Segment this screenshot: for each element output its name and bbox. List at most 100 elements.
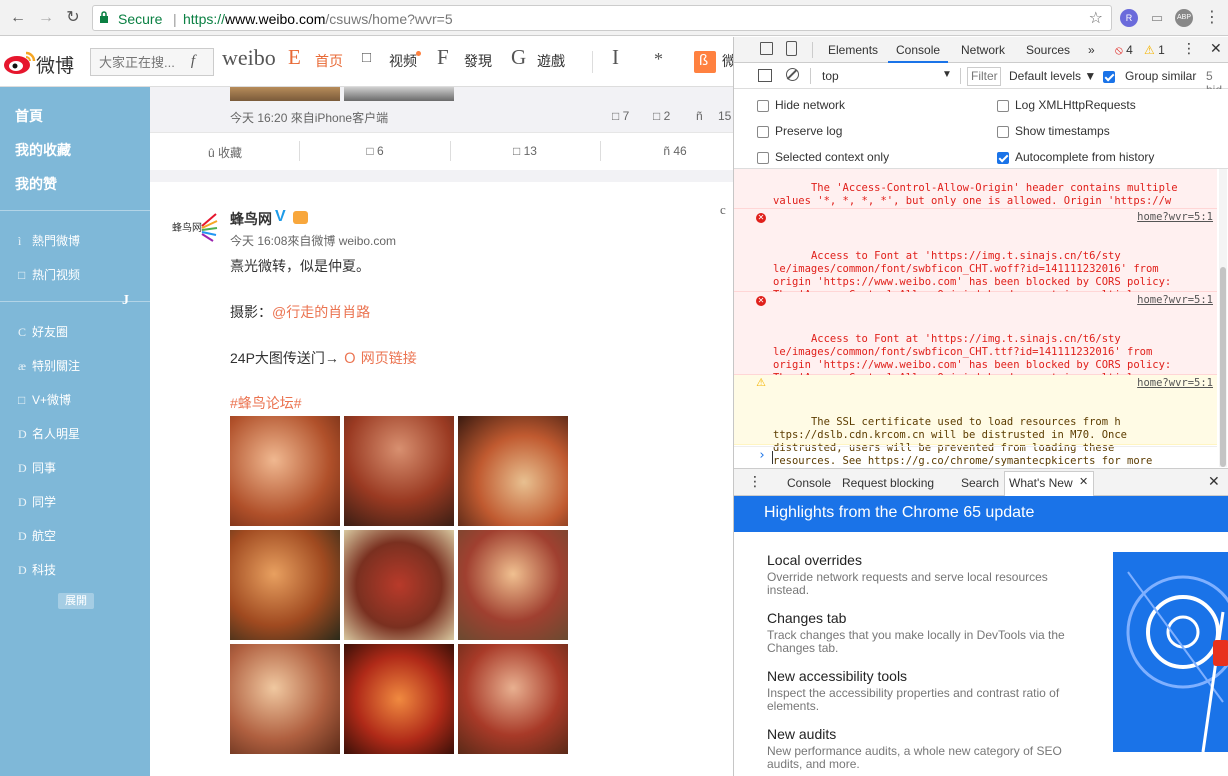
bookmark-star-icon[interactable]: ☆ — [1089, 8, 1103, 28]
selected-context-option[interactable]: Selected context only — [757, 150, 889, 164]
tab-network[interactable]: Network — [961, 43, 1005, 57]
sidebar-item-home[interactable]: 首頁 — [15, 106, 43, 126]
drawer-tab-search[interactable]: Search — [961, 476, 999, 490]
sidebar-item-tech[interactable]: D 科技 — [18, 561, 56, 578]
photo-thumbnail[interactable] — [230, 644, 340, 754]
search-box[interactable]: f — [90, 48, 214, 76]
photo-thumbnail[interactable] — [230, 530, 340, 640]
address-bar[interactable]: Secure | https://www.weibo.com/csuws/hom… — [92, 5, 1112, 31]
close-tab-icon[interactable]: ✕ — [1079, 475, 1088, 488]
search-input[interactable] — [91, 49, 181, 75]
console-error-message[interactable]: ✕ home?wvr=5:1 Access to Font at 'https:… — [734, 292, 1217, 410]
selected-context-checkbox[interactable] — [757, 151, 769, 164]
drawer-menu-icon[interactable]: ⋮ — [748, 473, 762, 490]
devtools-menu-icon[interactable]: ⋮ — [1182, 40, 1196, 57]
tab-elements[interactable]: Elements — [828, 43, 878, 57]
news-title[interactable]: New accessibility tools — [767, 668, 907, 684]
drawer-tab-request-blocking[interactable]: Request blocking — [842, 476, 934, 490]
close-drawer-icon[interactable]: ✕ — [1208, 473, 1220, 490]
more-options-icon[interactable]: c — [720, 202, 726, 218]
drawer-tab-whats-new[interactable]: What's New ✕ — [1004, 471, 1094, 496]
sidebar-item-hot-weibo[interactable]: ì 熱門微博 — [18, 232, 80, 249]
autocomplete-checkbox[interactable] — [997, 151, 1009, 164]
log-xhr-checkbox[interactable] — [997, 99, 1009, 112]
post-thumbnail[interactable] — [344, 87, 454, 101]
console-scrollbar-thumb[interactable] — [1220, 267, 1226, 467]
like-button[interactable]: ñ 46 — [600, 144, 733, 158]
sidebar-item-classmate[interactable]: D 同学 — [18, 493, 56, 510]
console-warning-message[interactable]: ⚠ home?wvr=5:1 The SSL certificate used … — [734, 375, 1217, 467]
news-title[interactable]: Local overrides — [767, 552, 862, 568]
message-source-link[interactable]: home?wvr=5:1 — [1137, 377, 1213, 390]
comment-button[interactable]: □ 13 — [450, 144, 600, 158]
photo-thumbnail[interactable] — [344, 644, 454, 754]
game-icon[interactable]: G — [511, 45, 526, 70]
drawer-tab-console[interactable]: Console — [787, 476, 831, 490]
nav-weibo-wordmark[interactable]: weibo — [222, 45, 276, 71]
home-icon[interactable]: E — [288, 45, 301, 70]
forward-icon[interactable]: → — [36, 8, 56, 28]
log-xhr-option[interactable]: Log XMLHttpRequests — [997, 98, 1136, 112]
hide-network-checkbox[interactable] — [757, 99, 769, 112]
back-icon[interactable]: ← — [8, 8, 28, 28]
url-text[interactable]: https://www.weibo.com/csuws/home?wvr=5 — [183, 11, 453, 27]
photo-thumbnail[interactable] — [458, 416, 568, 526]
sidebar-item-special[interactable]: æ 特别關注 — [18, 357, 80, 374]
show-timestamps-checkbox[interactable] — [997, 125, 1009, 138]
filter-input[interactable]: Filter — [967, 67, 1001, 86]
avatar[interactable]: 蜂鸟网 — [172, 212, 218, 242]
tab-console[interactable]: Console — [896, 43, 940, 57]
discover-icon[interactable]: F — [437, 45, 449, 70]
hashtag-link[interactable]: #蜂鸟论坛# — [230, 393, 302, 413]
sidebar-item-hot-video[interactable]: □ 热门视频 — [18, 266, 80, 283]
adblock-icon[interactable]: ABP — [1175, 9, 1193, 27]
chrome-menu-icon[interactable]: ⋮ — [1203, 9, 1221, 27]
console-error-message[interactable]: ✕ home?wvr=5:1 Access to Font at 'https:… — [734, 209, 1217, 327]
inspect-element-icon[interactable] — [760, 42, 773, 55]
author-name[interactable]: 蜂鸟网 — [230, 209, 272, 229]
sidebar-item-aviation[interactable]: D 航空 — [18, 527, 56, 544]
autocomplete-option[interactable]: Autocomplete from history — [997, 150, 1154, 164]
sidebar-item-vplus[interactable]: □ V+微博 — [18, 391, 71, 408]
forward-count[interactable]: □ 7 — [612, 109, 629, 123]
nav-video[interactable]: 视频 — [389, 51, 417, 71]
show-timestamps-option[interactable]: Show timestamps — [997, 124, 1110, 138]
favorite-button[interactable]: û 收藏 — [150, 144, 300, 161]
message-source-link[interactable]: home?wvr=5:1 — [1137, 294, 1213, 307]
photo-thumbnail[interactable] — [458, 644, 568, 754]
like-count[interactable]: 15 — [718, 109, 731, 123]
news-title[interactable]: Changes tab — [767, 610, 846, 626]
more-tabs-button[interactable]: » — [1088, 43, 1095, 57]
photo-thumbnail[interactable] — [344, 416, 454, 526]
nav-discover[interactable]: 發現 — [464, 51, 492, 71]
hide-network-option[interactable]: Hide network — [757, 98, 845, 112]
log-levels-select[interactable]: Default levels ▼ — [1009, 69, 1096, 83]
video-icon[interactable]: □ — [362, 50, 371, 67]
group-similar-option[interactable]: Group similar — [1103, 69, 1196, 83]
nav-compose-label[interactable]: 微 — [722, 51, 733, 71]
nav-home[interactable]: 首页 — [315, 51, 343, 71]
message-source-link[interactable]: home?wvr=5:1 — [1137, 211, 1213, 224]
sidebar-item-friends[interactable]: C 好友圈 — [18, 323, 68, 340]
like-icon[interactable]: ñ — [696, 109, 703, 123]
error-count[interactable]: ⦸ 4 — [1115, 43, 1133, 58]
warning-count[interactable]: ⚠ 1 — [1144, 43, 1165, 57]
post-thumbnail[interactable] — [230, 87, 340, 101]
preserve-log-option[interactable]: Preserve log — [757, 124, 842, 138]
collapse-icon[interactable]: J — [122, 293, 129, 309]
sidebar-item-colleague[interactable]: D 同事 — [18, 459, 56, 476]
photo-thumbnail[interactable] — [344, 530, 454, 640]
search-icon[interactable]: f — [191, 53, 195, 70]
reload-icon[interactable]: ↻ — [63, 8, 83, 28]
tab-sources[interactable]: Sources — [1026, 43, 1070, 57]
comment-count[interactable]: □ 2 — [653, 109, 670, 123]
weibo-logo[interactable]: 微博 — [2, 49, 82, 77]
group-similar-checkbox[interactable] — [1103, 70, 1115, 83]
expand-button[interactable]: 展開 — [58, 593, 94, 609]
device-toolbar-icon[interactable] — [786, 41, 797, 56]
extension-r-icon[interactable]: R — [1120, 9, 1138, 27]
context-select[interactable]: top ▼ — [814, 66, 954, 86]
sidebar-toggle-icon[interactable] — [758, 69, 772, 82]
photographer-link[interactable]: @行走的肖肖路 — [272, 304, 370, 320]
console-error-message[interactable]: The 'Access-Control-Allow-Origin' header… — [734, 169, 1217, 220]
